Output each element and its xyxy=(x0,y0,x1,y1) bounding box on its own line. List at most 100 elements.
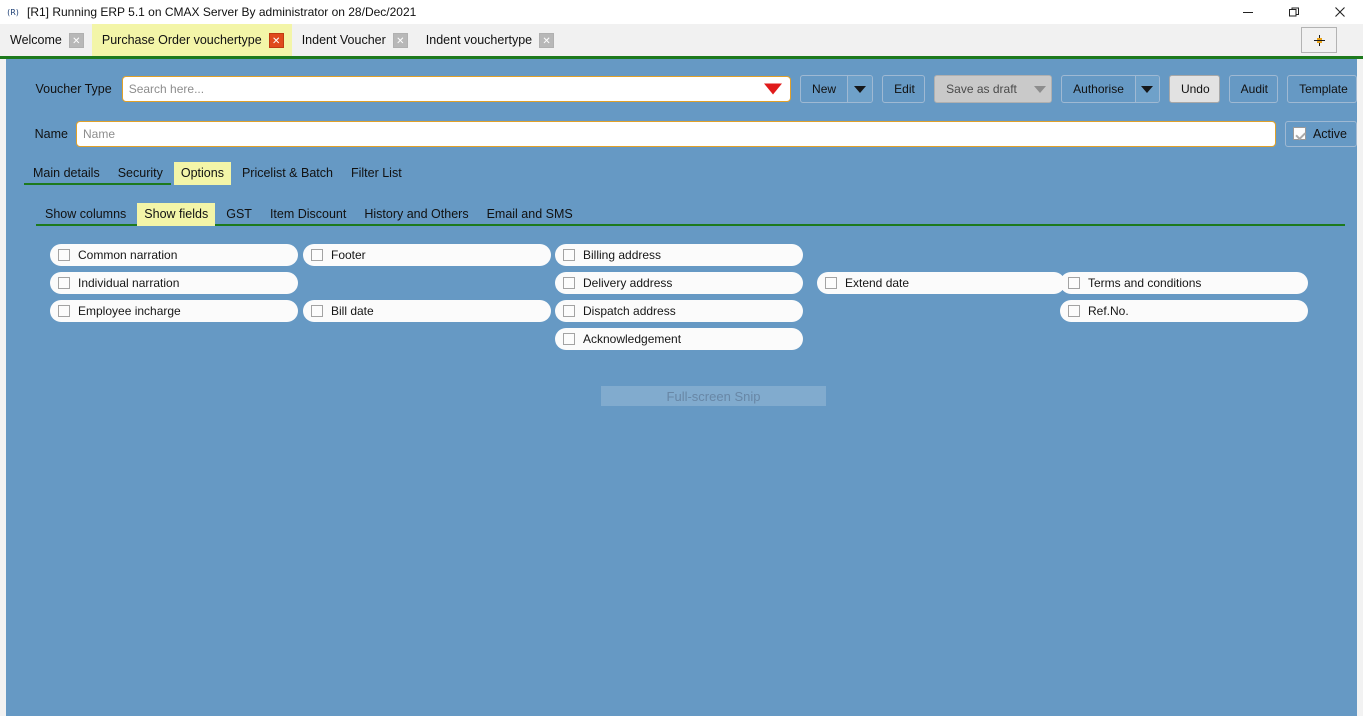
tab-pricelist-and-batch[interactable]: Pricelist & Batch xyxy=(235,162,340,185)
name-input[interactable]: Name xyxy=(76,120,1276,147)
close-icon[interactable] xyxy=(1317,0,1363,24)
template-button-label: Template xyxy=(1299,82,1348,96)
tab-show-fields[interactable]: Show fields xyxy=(137,203,216,226)
checkbox-icon xyxy=(563,277,575,289)
tab-label: Purchase Order vouchertype xyxy=(101,33,262,47)
new-dropdown-toggle[interactable] xyxy=(847,76,873,102)
active-checkbox[interactable]: Active xyxy=(1284,120,1357,147)
checkbox-label: Ref.No. xyxy=(1088,304,1129,318)
template-button[interactable]: Template xyxy=(1287,75,1357,103)
checkbox-label: Delivery address xyxy=(583,276,673,290)
audit-button[interactable]: Audit xyxy=(1228,75,1279,103)
window-controls xyxy=(1225,0,1363,24)
checkbox-label: Common narration xyxy=(78,248,178,262)
chevron-down-icon xyxy=(1141,85,1154,93)
tab-label: Indent Voucher xyxy=(301,33,386,47)
checkbox-icon xyxy=(58,277,70,289)
tab-main-details[interactable]: Main details xyxy=(26,162,107,185)
undo-button-label: Undo xyxy=(1180,82,1210,96)
window-title: [R1] Running ERP 5.1 on CMAX Server By a… xyxy=(27,5,417,19)
chevron-down-icon xyxy=(1033,85,1046,93)
new-tab-button[interactable] xyxy=(1301,27,1337,53)
checkbox-delivery-address[interactable]: Delivery address xyxy=(555,272,803,294)
checkbox-icon xyxy=(1292,127,1306,140)
checkbox-label: Footer xyxy=(331,248,366,262)
checkbox-common-narration[interactable]: Common narration xyxy=(50,244,298,266)
close-tab-icon[interactable]: ✕ xyxy=(392,32,408,48)
checkbox-label: Billing address xyxy=(583,248,662,262)
checkbox-employee-incharge[interactable]: Employee incharge xyxy=(50,300,298,322)
secondary-tab-bar: Show columns Show fields GST Item Discou… xyxy=(6,199,1357,226)
active-checkbox-label: Active xyxy=(1312,126,1347,141)
undo-button[interactable]: Undo xyxy=(1168,75,1220,103)
checkbox-label: Employee incharge xyxy=(78,304,181,318)
checkbox-label: Bill date xyxy=(331,304,374,318)
checkbox-label: Extend date xyxy=(845,276,910,290)
voucher-type-search-input[interactable]: Search here... xyxy=(121,76,792,102)
new-button-label: New xyxy=(812,82,837,96)
restore-icon[interactable] xyxy=(1271,0,1317,24)
checkbox-icon xyxy=(58,249,70,261)
checkbox-icon xyxy=(825,277,837,289)
app-icon: (R) xyxy=(7,7,19,17)
tab-indent-voucher[interactable]: Indent Voucher ✕ xyxy=(291,24,416,56)
checkbox-icon xyxy=(563,333,575,345)
tab-email-and-sms[interactable]: Email and SMS xyxy=(480,203,580,226)
tab-gst[interactable]: GST xyxy=(219,203,259,226)
tab-welcome[interactable]: Welcome ✕ xyxy=(0,24,92,56)
tab-history-and-others[interactable]: History and Others xyxy=(357,203,475,226)
checkbox-terms-and-conditions[interactable]: Terms and conditions xyxy=(1060,272,1308,294)
close-tab-icon[interactable]: ✕ xyxy=(539,32,555,48)
plus-icon xyxy=(1313,34,1325,46)
checkbox-label: Acknowledgement xyxy=(583,332,682,346)
save-as-draft-label: Save as draft xyxy=(946,82,1017,96)
checkbox-individual-narration[interactable]: Individual narration xyxy=(50,272,298,294)
checkbox-icon xyxy=(311,305,323,317)
chevron-down-icon[interactable] xyxy=(764,83,783,95)
checkbox-icon xyxy=(563,305,575,317)
tab-purchase-order-vouchertype[interactable]: Purchase Order vouchertype ✕ xyxy=(91,24,292,56)
name-placeholder-text: Name xyxy=(83,126,116,141)
authorise-button-label: Authorise xyxy=(1073,82,1124,96)
close-tab-icon[interactable]: ✕ xyxy=(68,32,84,48)
save-as-draft-button[interactable]: Save as draft xyxy=(934,75,1053,103)
checkbox-icon xyxy=(58,305,70,317)
tab-indent-vouchertype[interactable]: Indent vouchertype ✕ xyxy=(415,24,563,56)
close-tab-icon[interactable]: ✕ xyxy=(268,32,284,48)
edit-button-label: Edit xyxy=(894,82,915,96)
checkbox-icon xyxy=(311,249,323,261)
checkbox-icon xyxy=(563,249,575,261)
checkbox-billing-address[interactable]: Billing address xyxy=(555,244,803,266)
application-body: Voucher Type Search here... New Edit Sav… xyxy=(0,59,1363,716)
window-title-bar: (R) [R1] Running ERP 5.1 on CMAX Server … xyxy=(0,0,1363,24)
checkbox-footer[interactable]: Footer xyxy=(303,244,551,266)
document-tab-strip: Welcome ✕ Purchase Order vouchertype ✕ I… xyxy=(0,24,1363,56)
name-label: Name xyxy=(34,126,68,141)
tab-label: Welcome xyxy=(10,33,62,47)
minimize-icon[interactable] xyxy=(1225,0,1271,24)
tab-security[interactable]: Security xyxy=(111,162,170,185)
authorise-button[interactable]: Authorise xyxy=(1061,75,1160,103)
checkbox-icon xyxy=(1068,277,1080,289)
save-as-draft-dropdown-toggle[interactable] xyxy=(1027,76,1052,102)
authorise-dropdown-toggle[interactable] xyxy=(1134,76,1159,102)
tab-show-columns[interactable]: Show columns xyxy=(38,203,133,226)
new-button[interactable]: New xyxy=(800,75,874,103)
checkbox-bill-date[interactable]: Bill date xyxy=(303,300,551,322)
tab-options[interactable]: Options xyxy=(173,162,231,185)
audit-button-label: Audit xyxy=(1240,82,1268,96)
tab-item-discount[interactable]: Item Discount xyxy=(263,203,353,226)
checkbox-label: Dispatch address xyxy=(583,304,676,318)
checkbox-dispatch-address[interactable]: Dispatch address xyxy=(555,300,803,322)
tab-filter-list[interactable]: Filter List xyxy=(344,162,409,185)
checkbox-icon xyxy=(1068,305,1080,317)
checkbox-extend-date[interactable]: Extend date xyxy=(817,272,1065,294)
checkbox-label: Individual narration xyxy=(78,276,180,290)
snip-watermark: Full-screen Snip xyxy=(601,386,826,406)
checkbox-acknowledgement[interactable]: Acknowledgement xyxy=(555,328,803,350)
edit-button[interactable]: Edit xyxy=(882,75,926,103)
voucher-type-row: Voucher Type Search here... New Edit Sav… xyxy=(6,59,1357,105)
name-row: Name Name Active xyxy=(6,105,1357,147)
primary-tab-bar: Main details Security Options Pricelist … xyxy=(6,159,1357,185)
checkbox-ref-no[interactable]: Ref.No. xyxy=(1060,300,1308,322)
